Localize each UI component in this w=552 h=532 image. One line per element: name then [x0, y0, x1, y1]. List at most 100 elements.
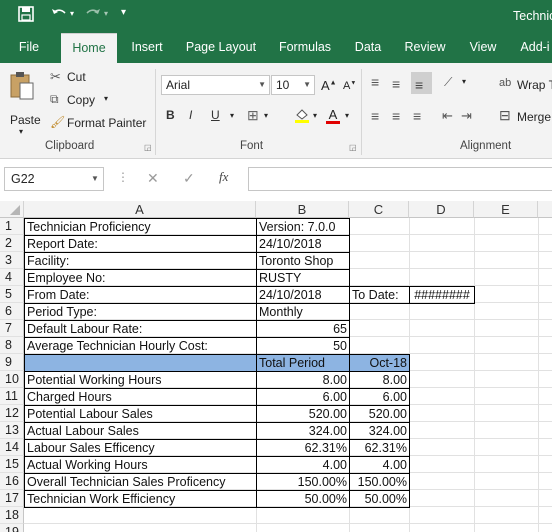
decrease-indent-icon[interactable]: ⇤ [442, 108, 453, 124]
row-header[interactable]: 16 [0, 473, 24, 490]
cell-c[interactable]: Oct-18 [349, 354, 410, 372]
align-right-icon[interactable]: ≡ [413, 108, 421, 124]
redo-icon[interactable] [84, 6, 102, 25]
cell-c[interactable]: 324.00 [349, 422, 410, 440]
cell-b[interactable]: RUSTY [256, 269, 350, 287]
shrink-font-button[interactable]: A▼ [343, 80, 356, 92]
cell-c[interactable] [349, 269, 410, 287]
column-header-c[interactable]: C [349, 201, 409, 218]
tab-page-layout[interactable]: Page Layout [181, 33, 261, 63]
cell-a[interactable]: Report Date: [24, 235, 257, 253]
insert-function-icon[interactable]: fx [219, 169, 228, 185]
cell-d[interactable] [409, 269, 475, 287]
row-header[interactable]: 14 [0, 439, 24, 456]
redo-dropdown-icon[interactable]: ▾ [104, 9, 108, 18]
wrap-text-button[interactable]: Wrap T [517, 78, 552, 92]
cell-b[interactable] [256, 524, 350, 532]
cell-d[interactable] [409, 218, 475, 236]
fill-color-icon[interactable] [294, 107, 310, 123]
cut-button[interactable]: ✂ Cut [48, 69, 108, 87]
row-header[interactable]: 12 [0, 405, 24, 422]
row-header[interactable]: 7 [0, 320, 24, 337]
cell-d[interactable] [409, 303, 475, 321]
cell-c[interactable]: 520.00 [349, 405, 410, 423]
cell-a[interactable] [24, 507, 257, 525]
cell-a[interactable]: Default Labour Rate: [24, 320, 257, 338]
cell-d[interactable] [409, 354, 475, 372]
cell-c[interactable] [349, 303, 410, 321]
borders-icon[interactable]: ⊞ [247, 107, 259, 124]
cell-b[interactable]: 24/10/2018 [256, 286, 350, 304]
cell-b[interactable]: 4.00 [256, 456, 350, 474]
italic-button[interactable]: I [189, 108, 192, 122]
row-header[interactable]: 3 [0, 252, 24, 269]
row-header[interactable]: 19 [0, 524, 24, 532]
cell-d[interactable] [409, 320, 475, 338]
cell-a[interactable]: Labour Sales Efficency [24, 439, 257, 457]
cell-c[interactable] [349, 507, 410, 525]
row-header[interactable]: 18 [0, 507, 24, 524]
resize-handle-icon[interactable]: ⋮ [117, 170, 129, 184]
align-top-icon[interactable]: ≡ [371, 74, 379, 90]
row-header[interactable]: 11 [0, 388, 24, 405]
cell-a[interactable]: Employee No: [24, 269, 257, 287]
cell-a[interactable]: Actual Labour Sales [24, 422, 257, 440]
row-header[interactable]: 15 [0, 456, 24, 473]
cell-d[interactable] [409, 490, 475, 508]
align-middle-icon[interactable]: ≡ [392, 76, 400, 92]
cell-a[interactable]: From Date: [24, 286, 257, 304]
cell-c[interactable]: 8.00 [349, 371, 410, 389]
cell-d[interactable] [409, 371, 475, 389]
cell-b[interactable]: 150.00% [256, 473, 350, 491]
cell-b[interactable]: 324.00 [256, 422, 350, 440]
customize-toolbar-icon[interactable]: ▾ [121, 7, 126, 18]
cell-c[interactable]: 4.00 [349, 456, 410, 474]
cell-b[interactable]: 50 [256, 337, 350, 355]
underline-button[interactable]: U [211, 108, 220, 122]
tab-file[interactable]: File [8, 33, 50, 63]
cell-b[interactable]: 6.00 [256, 388, 350, 406]
column-header-f[interactable] [538, 201, 552, 218]
cell-a[interactable]: Technician Work Efficiency [24, 490, 257, 508]
row-header[interactable]: 2 [0, 235, 24, 252]
cell-d[interactable] [409, 252, 475, 270]
cell-a[interactable]: Actual Working Hours [24, 456, 257, 474]
cell-c[interactable]: To Date: [349, 286, 410, 304]
row-header[interactable]: 5 [0, 286, 24, 303]
cell-c[interactable]: 62.31% [349, 439, 410, 457]
tab-formulas[interactable]: Formulas [272, 33, 338, 63]
cell-c[interactable] [349, 524, 410, 532]
row-header[interactable]: 10 [0, 371, 24, 388]
orientation-dropdown-icon[interactable]: ▾ [462, 77, 466, 86]
cell-a[interactable]: Potential Working Hours [24, 371, 257, 389]
row-header[interactable]: 9 [0, 354, 24, 371]
merge-center-button[interactable]: Merge [517, 110, 551, 124]
name-box[interactable]: G22 ▼ [4, 167, 104, 191]
cell-d[interactable] [409, 422, 475, 440]
cell-b[interactable]: 8.00 [256, 371, 350, 389]
cell-b[interactable]: 65 [256, 320, 350, 338]
formula-input[interactable] [248, 167, 552, 191]
cell-a[interactable]: Overall Technician Sales Proficency [24, 473, 257, 491]
bold-button[interactable]: B [166, 108, 175, 122]
cell-a[interactable]: Potential Labour Sales [24, 405, 257, 423]
cell-c[interactable]: 150.00% [349, 473, 410, 491]
column-header-e[interactable]: E [474, 201, 538, 218]
cell-a[interactable]: Facility: [24, 252, 257, 270]
cell-d[interactable] [409, 439, 475, 457]
tab-home[interactable]: Home [61, 33, 117, 63]
row-header[interactable]: 8 [0, 337, 24, 354]
align-bottom-button[interactable]: ≡ [411, 72, 432, 94]
cell-c[interactable] [349, 320, 410, 338]
cell-d[interactable]: ######## [409, 286, 475, 304]
column-header-b[interactable]: B [256, 201, 349, 218]
tab-view[interactable]: View [462, 33, 504, 63]
cell-c[interactable] [349, 337, 410, 355]
column-header-a[interactable]: A [24, 201, 256, 218]
cell-c[interactable] [349, 235, 410, 253]
save-icon[interactable] [18, 6, 34, 25]
cell-b[interactable]: 24/10/2018 [256, 235, 350, 253]
increase-indent-icon[interactable]: ⇥ [461, 108, 472, 124]
clipboard-launcher-icon[interactable]: ◲ [144, 143, 152, 152]
cell-a[interactable]: Technician Proficiency [24, 218, 257, 236]
